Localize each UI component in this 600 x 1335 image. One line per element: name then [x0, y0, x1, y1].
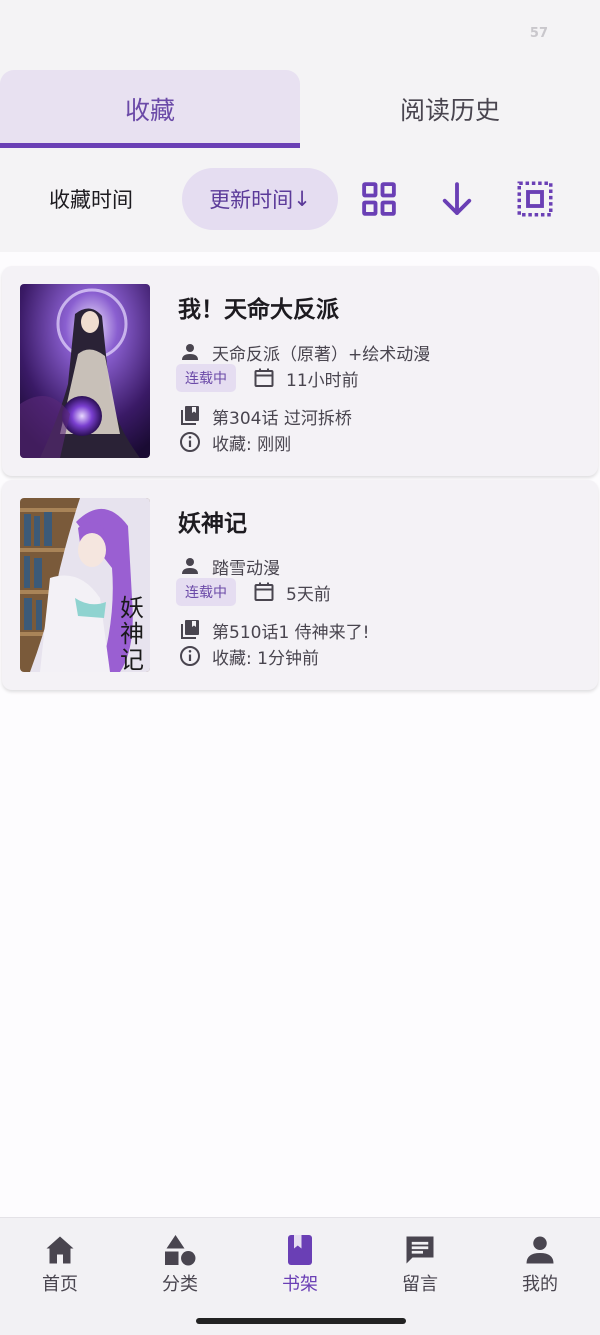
status-badge: 连载中: [176, 578, 236, 606]
nav-bookshelf[interactable]: 书架: [260, 1232, 340, 1302]
bookmark-book-icon: [288, 1235, 312, 1265]
info-icon: [180, 432, 200, 452]
updated-time: 11小时前: [286, 370, 359, 391]
nav-label: 留言: [402, 1274, 438, 1295]
latest-chapter[interactable]: 第304话 过河拆桥: [212, 404, 352, 429]
shapes-icon: [165, 1235, 196, 1266]
updated-time: 5天前: [286, 584, 331, 605]
favorited-row: 收藏: 1分钟前: [178, 642, 319, 670]
book-card[interactable]: 妖神记 妖神记 踏雪动漫 连载中 5天前 第510话1 侍神来了! 收藏: 1分…: [2, 480, 598, 690]
nav-messages[interactable]: 留言: [380, 1232, 460, 1302]
status-row: 连载中 5天前: [176, 578, 331, 606]
calendar-icon: [254, 582, 274, 601]
nav-label: 分类: [162, 1274, 198, 1295]
person-icon: [526, 1236, 554, 1264]
sort-descending-icon[interactable]: [436, 178, 478, 220]
favorited-time: 收藏: 刚刚: [212, 434, 292, 455]
battery-level: 57: [529, 26, 548, 41]
status-row: 连载中 11小时前: [176, 364, 359, 392]
grid-view-icon[interactable]: [358, 178, 400, 220]
author-text: 天命反派（原著）+绘术动漫: [212, 344, 431, 365]
sort-by-favorite-time-chip[interactable]: 收藏时间: [30, 174, 152, 224]
home-icon: [46, 1236, 74, 1264]
calendar-icon: [254, 368, 274, 387]
nav-label: 书架: [282, 1274, 318, 1295]
favorited-row: 收藏: 刚刚: [178, 428, 291, 456]
chapters-icon: [181, 406, 199, 425]
book-cover[interactable]: 妖神记: [20, 498, 150, 672]
person-icon: [182, 344, 198, 360]
author-row: 踏雪动漫: [178, 552, 280, 580]
status-bar: 57: [0, 0, 600, 70]
select-all-icon[interactable]: [514, 178, 556, 220]
tab-reading-history[interactable]: 阅读历史: [300, 70, 600, 148]
author-row: 天命反派（原著）+绘术动漫: [178, 338, 430, 366]
tab-favorites[interactable]: 收藏: [0, 70, 300, 148]
sort-chip-label: 更新时间: [209, 188, 294, 212]
chapters-icon: [181, 620, 199, 639]
tab-bar: 收藏 阅读历史: [0, 70, 600, 148]
book-card[interactable]: 我！天命大反派 天命反派（原著）+绘术动漫 连载中 11小时前 第304话 过河…: [2, 266, 598, 476]
person-icon: [182, 558, 198, 574]
author-text: 踏雪动漫: [212, 558, 280, 579]
bookshelf-list: 我！天命大反派 天命反派（原著）+绘术动漫 连载中 11小时前 第304话 过河…: [0, 252, 600, 1217]
latest-chapter-row: 第304话 过河拆桥: [178, 402, 352, 430]
nav-label: 首页: [42, 1274, 78, 1295]
latest-chapter-row: 第510话1 侍神来了!: [178, 616, 369, 644]
nav-profile[interactable]: 我的: [500, 1232, 580, 1302]
sort-by-update-time-chip[interactable]: 更新时间 ↓: [182, 168, 338, 230]
message-icon: [406, 1236, 434, 1264]
book-title[interactable]: 妖神记: [178, 504, 247, 538]
sort-toolbar: 收藏时间 更新时间 ↓: [0, 148, 600, 252]
nav-category[interactable]: 分类: [140, 1232, 220, 1302]
home-indicator[interactable]: [196, 1318, 406, 1324]
sort-chip-arrow: ↓: [293, 187, 311, 211]
status-badge: 连载中: [176, 364, 236, 392]
cover-title-char: 妖神记: [120, 594, 144, 672]
info-icon: [180, 646, 200, 666]
favorited-time: 收藏: 1分钟前: [212, 648, 319, 669]
latest-chapter[interactable]: 第510话1 侍神来了!: [212, 618, 369, 643]
nav-label: 我的: [522, 1274, 558, 1295]
book-cover[interactable]: [20, 284, 150, 458]
book-title[interactable]: 我！天命大反派: [178, 290, 339, 324]
nav-home[interactable]: 首页: [20, 1232, 100, 1302]
